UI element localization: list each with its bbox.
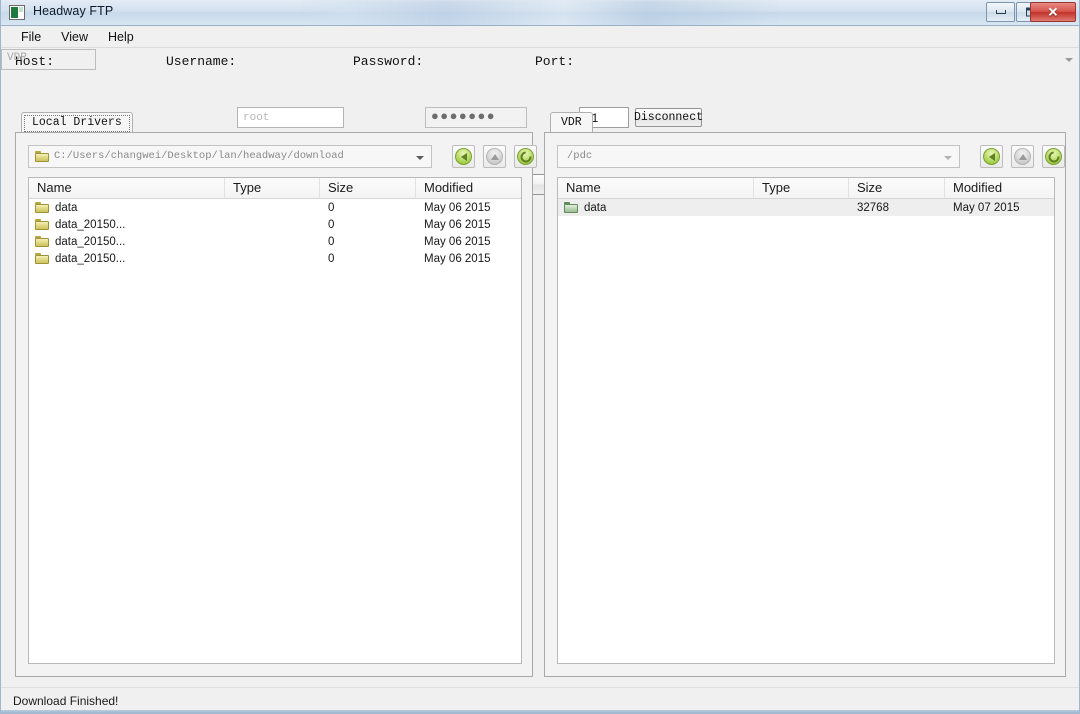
remote-refresh-button[interactable] <box>1042 145 1065 168</box>
file-name: data <box>55 202 77 214</box>
column-header-name[interactable]: Name <box>558 178 754 198</box>
file-modified: May 06 2015 <box>416 219 521 231</box>
remote-pathbar-row: /pdc <box>557 145 1055 169</box>
remote-file-list-header: Name Type Size Modified <box>558 178 1054 199</box>
local-file-list-header: Name Type Size Modified <box>29 178 521 199</box>
close-icon: ✕ <box>1048 6 1059 19</box>
local-up-button[interactable] <box>483 145 506 168</box>
local-path-value: C:/Users/changwei/Desktop/lan/headway/do… <box>54 150 344 162</box>
file-name: data <box>584 202 606 214</box>
chevron-down-icon <box>416 156 424 160</box>
file-name: data_20150... <box>55 219 125 231</box>
local-back-button[interactable] <box>452 145 475 168</box>
file-size: 0 <box>320 219 416 231</box>
port-label: Port: <box>535 54 574 69</box>
folder-icon <box>35 253 49 264</box>
title-bar: Headway FTP ✕ <box>1 0 1079 26</box>
file-size: 32768 <box>849 202 945 214</box>
host-value: VDR <box>7 52 27 64</box>
minimize-icon <box>996 10 1006 14</box>
local-path-select[interactable]: C:/Users/changwei/Desktop/lan/headway/do… <box>28 145 432 168</box>
folder-icon <box>35 219 49 230</box>
file-size: 0 <box>320 253 416 265</box>
file-size: 0 <box>320 236 416 248</box>
file-modified: May 06 2015 <box>416 253 521 265</box>
back-icon <box>455 148 472 165</box>
table-row[interactable]: data_20150... 0 May 06 2015 <box>29 250 521 267</box>
application-window: Headway FTP ✕ File View Help Host: VDR U… <box>0 0 1080 714</box>
close-button[interactable]: ✕ <box>1030 2 1076 22</box>
column-header-type[interactable]: Type <box>754 178 849 198</box>
local-panel: Local Drivers C:/Users/changwei/Desktop/… <box>15 112 533 677</box>
remote-up-button[interactable] <box>1011 145 1034 168</box>
folder-icon <box>564 202 578 213</box>
column-header-modified[interactable]: Modified <box>945 178 1054 198</box>
chevron-down-icon <box>944 156 952 160</box>
tab-local-drivers[interactable]: Local Drivers <box>21 112 133 132</box>
time-range-toolbar: From 5/6/2015 8:00:00 AM To 5/6/2015 10:… <box>1 86 1079 110</box>
local-file-list[interactable]: Name Type Size Modified data 0 May 06 20… <box>28 177 522 664</box>
local-tabstrip: Local Drivers <box>15 112 533 132</box>
remote-file-list[interactable]: Name Type Size Modified data 32768 May 0… <box>557 177 1055 664</box>
app-icon <box>9 5 25 20</box>
menu-bar: File View Help <box>1 26 1079 48</box>
folder-icon <box>35 236 49 247</box>
file-modified: May 06 2015 <box>416 236 521 248</box>
status-message: Download Finished! <box>13 694 118 708</box>
back-icon <box>983 148 1000 165</box>
file-modified: May 06 2015 <box>416 202 521 214</box>
up-icon <box>486 148 503 165</box>
column-header-size[interactable]: Size <box>320 178 416 198</box>
remote-panel-body: /pdc Name Type Size Modified <box>544 132 1066 677</box>
column-header-modified[interactable]: Modified <box>416 178 521 198</box>
remote-tabstrip: VDR <box>544 112 1066 132</box>
folder-icon <box>35 202 49 213</box>
refresh-icon <box>1045 148 1062 165</box>
titlebar-glass-effect <box>301 0 781 26</box>
chevron-down-icon <box>1065 58 1073 62</box>
column-header-size[interactable]: Size <box>849 178 945 198</box>
refresh-icon <box>517 148 534 165</box>
tab-vdr[interactable]: VDR <box>550 112 593 132</box>
menu-item-view[interactable]: View <box>51 28 98 46</box>
local-panel-body: C:/Users/changwei/Desktop/lan/headway/do… <box>15 132 533 677</box>
file-name: data_20150... <box>55 253 125 265</box>
file-modified: May 07 2015 <box>945 202 1054 214</box>
remote-panel: VDR /pdc Name <box>544 112 1066 677</box>
folder-icon <box>35 151 48 162</box>
menu-item-file[interactable]: File <box>11 28 51 46</box>
connection-toolbar: Host: VDR Username: root Password: ●●●●●… <box>1 49 1079 77</box>
column-header-type[interactable]: Type <box>225 178 320 198</box>
table-row[interactable]: data 0 May 06 2015 <box>29 199 521 216</box>
file-size: 0 <box>320 202 416 214</box>
table-row[interactable]: data_20150... 0 May 06 2015 <box>29 233 521 250</box>
table-row[interactable]: data_20150... 0 May 06 2015 <box>29 216 521 233</box>
username-label: Username: <box>166 54 236 69</box>
remote-path-value: /pdc <box>567 150 592 162</box>
remote-path-select[interactable]: /pdc <box>557 145 960 168</box>
window-title: Headway FTP <box>33 4 113 18</box>
window-bottom-edge <box>1 710 1079 713</box>
minimize-button[interactable] <box>986 2 1015 22</box>
table-row[interactable]: data 32768 May 07 2015 <box>558 199 1054 216</box>
local-refresh-button[interactable] <box>514 145 537 168</box>
remote-back-button[interactable] <box>980 145 1003 168</box>
column-header-name[interactable]: Name <box>29 178 225 198</box>
menu-item-help[interactable]: Help <box>98 28 144 46</box>
file-name: data_20150... <box>55 236 125 248</box>
up-icon <box>1014 148 1031 165</box>
password-label: Password: <box>353 54 423 69</box>
local-pathbar-row: C:/Users/changwei/Desktop/lan/headway/do… <box>28 145 522 169</box>
